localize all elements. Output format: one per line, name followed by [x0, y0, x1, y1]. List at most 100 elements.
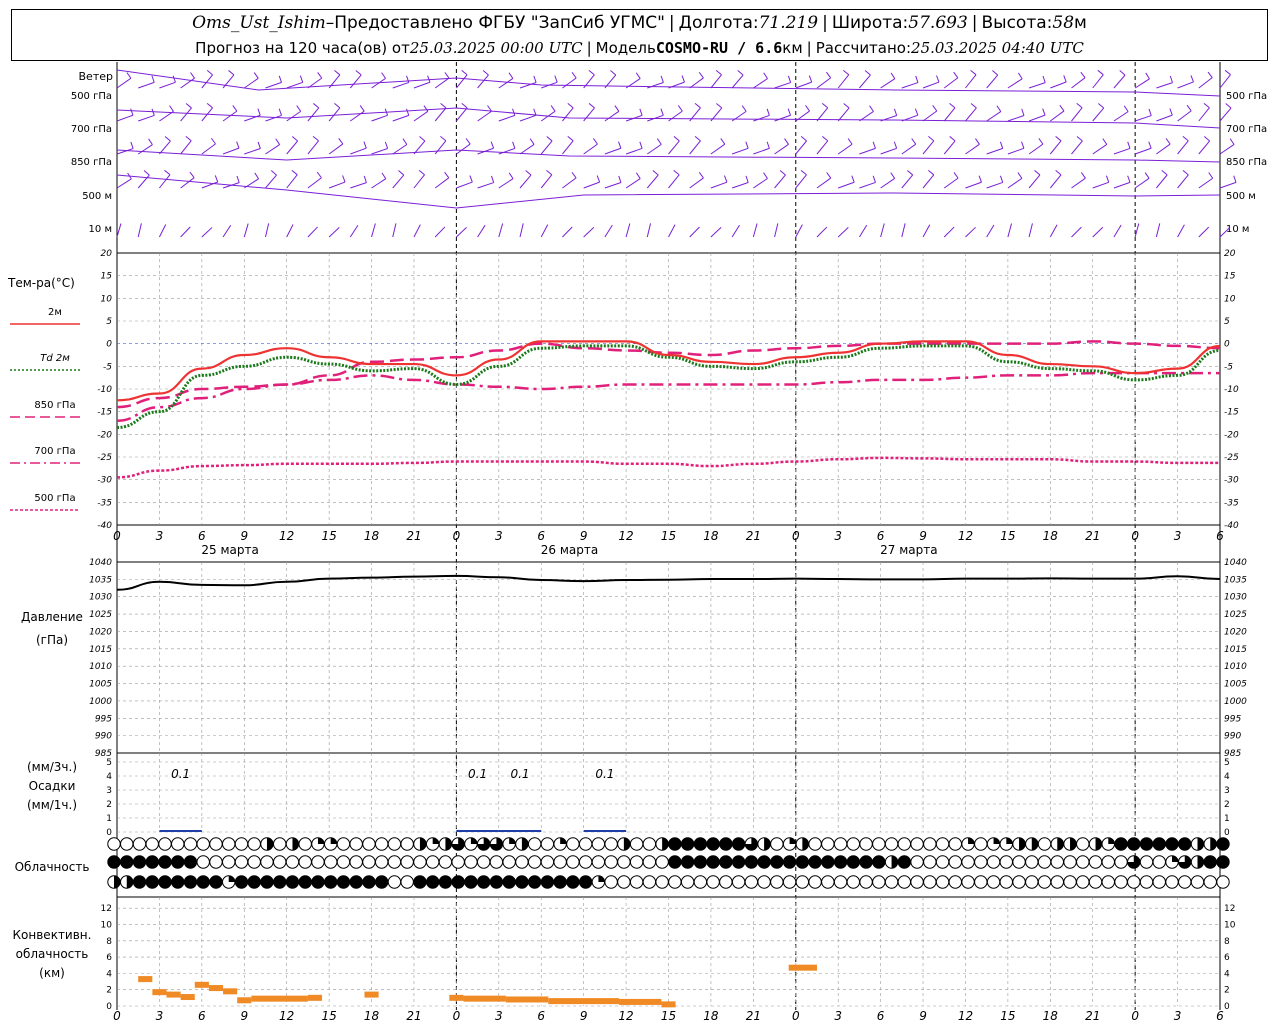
- cloud-cover-circle: [719, 875, 733, 889]
- wind-barb: [837, 74, 850, 89]
- cloud-cover-circle: [821, 875, 835, 889]
- cloud-cover-circle: [489, 855, 504, 869]
- meteogram-svg: Ветер 500 гПа 700 гПа 850 гПа 500 м 10 м 500 г…: [7, 62, 1267, 1023]
- wind-barb: [646, 223, 652, 238]
- wind-barb: [604, 110, 620, 122]
- wind-barb-flag: [1076, 136, 1083, 142]
- cloud-cover-circle: [629, 837, 644, 851]
- cloud-cover-circle: [336, 875, 351, 889]
- wind-barb-flag: [440, 103, 447, 109]
- cloud-cover-circle: [464, 855, 478, 869]
- pressure-tick-right: 1025: [1224, 610, 1247, 620]
- wind-barb-flag: [312, 135, 319, 142]
- wind-barb-flag: [1102, 138, 1108, 145]
- wind-barb-flag: [461, 103, 468, 109]
- wind-barb: [752, 223, 758, 238]
- wind-barb: [731, 147, 749, 155]
- precip-tick-left: 1: [106, 814, 112, 824]
- cloud-cover-circle: [1139, 837, 1154, 851]
- wind-barb-flag: [236, 141, 240, 149]
- cloud-cover-circle: [642, 837, 657, 851]
- wind-barb: [668, 174, 680, 189]
- temp-tick-right: -35: [1224, 498, 1239, 508]
- wind-barb: [159, 140, 171, 155]
- wind-barb: [668, 140, 680, 155]
- temp-legend-label: 850 гПа: [34, 400, 75, 411]
- temp-tick-right: -30: [1224, 476, 1239, 486]
- time-tick-label: 3: [495, 529, 503, 543]
- wind-barb: [668, 110, 683, 122]
- cloud-cover-circle: [311, 855, 325, 869]
- wind-streak-line: [116, 69, 1221, 97]
- wind-barb-flag: [635, 72, 641, 79]
- wind-barb: [1134, 78, 1150, 89]
- cloud-cover-circle: [591, 855, 606, 869]
- wind-barb: [880, 78, 896, 89]
- wind-barb-flag: [418, 169, 425, 176]
- cloud-cover-circle: [629, 875, 644, 889]
- wind-barb: [137, 144, 153, 155]
- wind-barb-flag: [1063, 75, 1067, 83]
- cloud-cover-circle: [884, 875, 899, 889]
- wind-barb-flag: [1225, 103, 1232, 109]
- wind-barb: [350, 110, 365, 122]
- cloud-cover-circle: [706, 837, 720, 851]
- wind-barb-flag: [1034, 170, 1041, 176]
- conv-time-tick-label: 0: [792, 1009, 800, 1023]
- wind-barb-flag: [787, 108, 792, 116]
- wind-barb: [774, 174, 786, 189]
- cloud-cover-circle: [706, 855, 720, 869]
- wind-barb: [519, 174, 532, 189]
- wind-level-label-right: 700 гПа: [1226, 124, 1267, 135]
- wind-barb-flag: [1182, 170, 1189, 176]
- wind-barb: [859, 181, 876, 189]
- wind-barb: [1134, 223, 1140, 238]
- wind-barb: [540, 174, 553, 189]
- wind-barb-flag: [1098, 103, 1105, 109]
- wind-barb-flag: [720, 138, 726, 145]
- time-tick-label: 21: [406, 529, 421, 543]
- wind-barb-flag: [928, 136, 935, 142]
- wind-barb-flag: [949, 136, 956, 142]
- wind-barb: [392, 174, 405, 189]
- cloud-cover-circle: [285, 855, 300, 869]
- wind-level-label-right: 500 м: [1226, 191, 1256, 202]
- wind-barb: [159, 111, 174, 122]
- wind-barb-flag: [232, 105, 238, 112]
- wind-barb: [689, 226, 700, 238]
- wind-barb-flag: [406, 108, 410, 116]
- wind-barb: [307, 226, 318, 238]
- cloud-cover-circle: [808, 837, 822, 851]
- wind-barb: [1134, 115, 1152, 122]
- wind-barb: [498, 114, 516, 122]
- cloud-cover-circle: [1088, 875, 1103, 889]
- temp-tick-left: -25: [97, 453, 112, 463]
- cloud-cover-circle: [527, 837, 542, 851]
- temp-tick-left: 5: [106, 317, 112, 327]
- wind-barb-flag: [864, 70, 871, 76]
- cloud-cover-circle: [234, 837, 249, 851]
- wind-barb: [1092, 74, 1104, 89]
- wind-barb-flag: [618, 175, 622, 183]
- time-tick-label: 3: [834, 529, 842, 543]
- cloud-cover-circle: [1101, 875, 1115, 889]
- wind-barb: [328, 181, 346, 189]
- wind-barb: [625, 147, 643, 155]
- wind-barb: [943, 107, 956, 122]
- cloud-cover-circle: [872, 875, 886, 889]
- pressure-tick-right: 1020: [1224, 627, 1247, 637]
- wind-barb: [1092, 143, 1108, 155]
- conv-cloud-bar: [194, 981, 209, 988]
- conv-cloud-bar: [251, 995, 308, 1002]
- wind-barb: [1198, 226, 1210, 238]
- wind-barb: [222, 147, 240, 155]
- cloud-cover-circle: [540, 875, 555, 889]
- pressure-tick-right: 995: [1224, 714, 1241, 724]
- time-tick-label: 6: [537, 529, 545, 543]
- wind-barb-flag: [1127, 175, 1131, 183]
- wind-barb-flag: [660, 75, 664, 83]
- wind-barb: [456, 181, 473, 189]
- wind-barb: [116, 114, 134, 122]
- wind-barb: [1177, 224, 1185, 238]
- cloud-cover-circle: [234, 875, 249, 889]
